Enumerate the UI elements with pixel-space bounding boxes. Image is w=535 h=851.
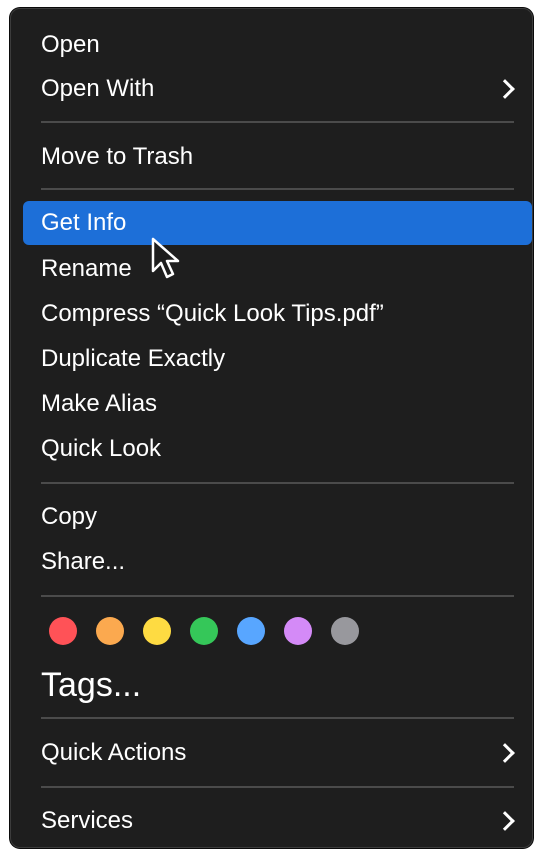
separator [41,717,514,719]
menu-item-tags[interactable]: Tags... [23,663,532,707]
menu-item-label: Copy [41,503,98,530]
menu-item-label: Open With [41,75,155,102]
tag-purple-dot[interactable] [284,617,312,645]
tag-colors [49,617,359,645]
menu-item-label: Quick Actions [41,739,187,766]
separator [41,188,514,190]
menu-item-label: Move to Trash [41,143,194,170]
menu-item-duplicate-exactly[interactable]: Duplicate Exactly [23,337,532,381]
menu-item-open-with[interactable]: Open With [23,67,532,111]
separator [41,786,514,788]
menu-item-make-alias[interactable]: Make Alias [23,382,532,426]
menu-item-label: Tags... [41,665,142,704]
tag-red-dot[interactable] [49,617,77,645]
menu-item-copy[interactable]: Copy [23,495,532,539]
menu-item-compress[interactable]: Compress “Quick Look Tips.pdf” [23,292,532,336]
tag-blue-dot[interactable] [237,617,265,645]
menu-item-label: Quick Look [41,435,162,462]
menu-item-open[interactable]: Open [23,23,532,67]
menu-item-label: Duplicate Exactly [41,345,226,372]
menu-item-label: Compress “Quick Look Tips.pdf” [41,300,384,327]
menu-item-get-info[interactable]: Get Info [23,201,532,245]
menu-item-label: Rename [41,255,132,282]
tag-gray-dot[interactable] [331,617,359,645]
menu-item-services[interactable]: Services [23,799,532,843]
separator [41,595,514,597]
menu-item-share[interactable]: Share... [23,540,532,584]
menu-item-label: Open [41,31,100,58]
context-menu: Open Open With Move to Trash Get Info Re… [10,8,533,848]
tag-orange-dot[interactable] [96,617,124,645]
mouse-pointer-icon [151,237,180,279]
tag-yellow-dot[interactable] [143,617,171,645]
separator [41,121,514,123]
menu-item-quick-actions[interactable]: Quick Actions [23,731,532,775]
separator [41,482,514,484]
menu-item-move-to-trash[interactable]: Move to Trash [23,135,532,179]
menu-item-label: Share... [41,548,126,575]
menu-item-rename[interactable]: Rename [23,247,532,291]
tag-green-dot[interactable] [190,617,218,645]
menu-item-label: Get Info [41,209,127,236]
menu-item-quick-look[interactable]: Quick Look [23,427,532,471]
menu-item-label: Make Alias [41,390,158,417]
menu-item-label: Services [41,807,134,834]
